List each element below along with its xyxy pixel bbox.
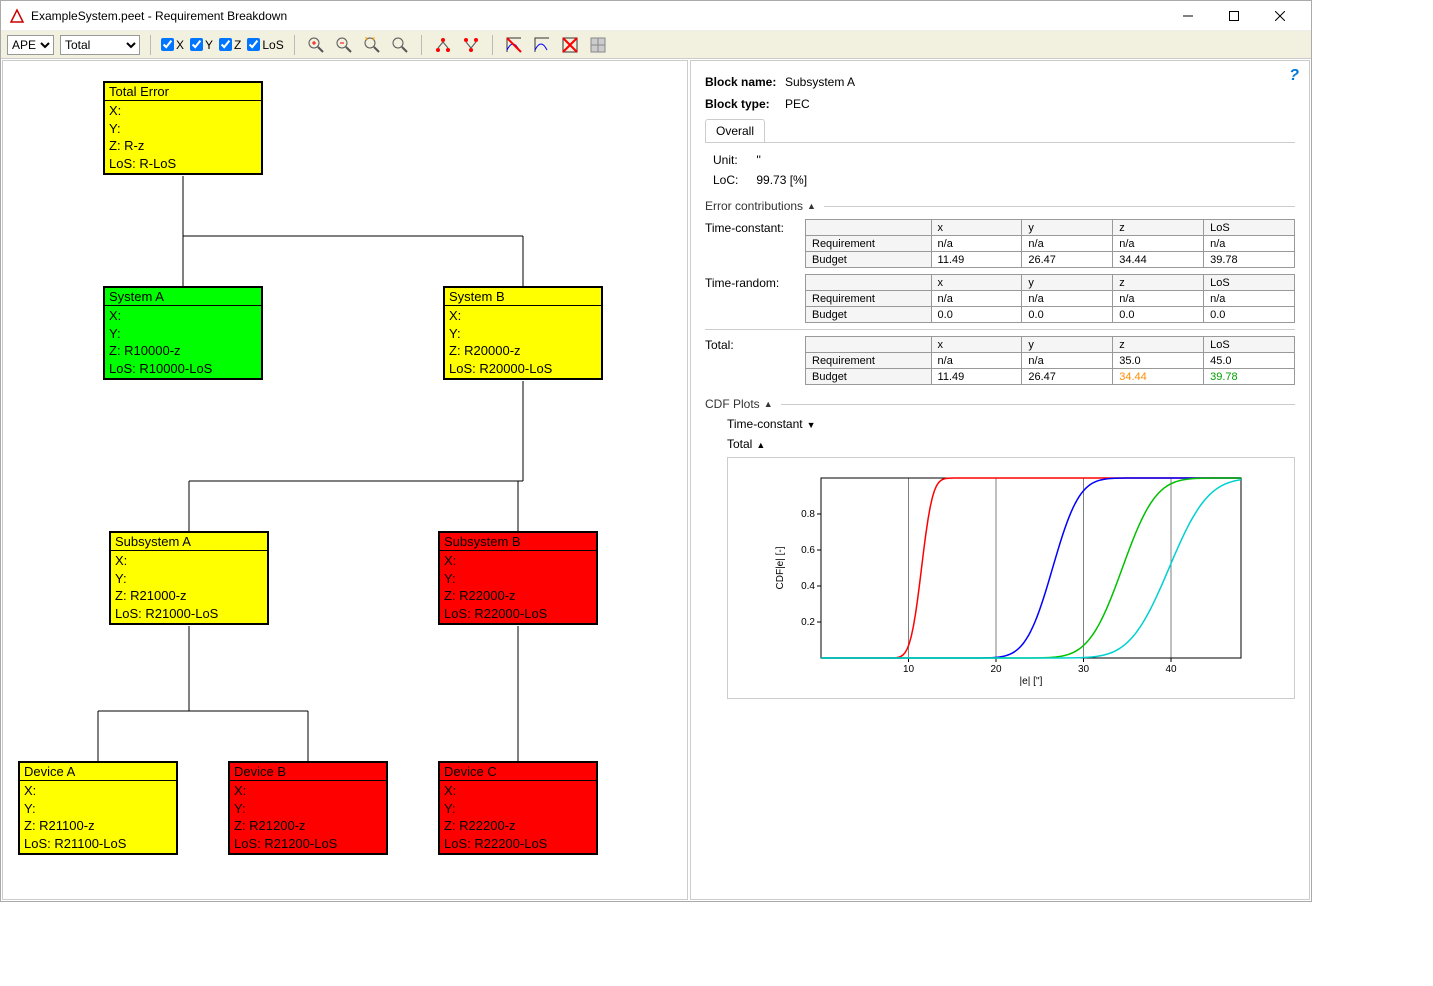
- node-title: Device B: [230, 763, 386, 781]
- node-subA[interactable]: Subsystem AX:Y:Z: R21000-zLoS: R21000-Lo…: [109, 531, 269, 625]
- subgroup-total[interactable]: Total▲: [727, 437, 1295, 451]
- svg-text:20: 20: [990, 664, 1002, 675]
- loc-label: LoC:: [713, 173, 753, 187]
- node-sysA[interactable]: System AX:Y:Z: R10000-zLoS: R10000-LoS: [103, 286, 263, 380]
- check-los[interactable]: LoS: [247, 38, 283, 52]
- node-title: Device C: [440, 763, 596, 781]
- plot-off-icon[interactable]: [503, 34, 525, 56]
- block-name-label: Block name:: [705, 75, 785, 89]
- node-title: Subsystem B: [440, 533, 596, 551]
- node-total[interactable]: Total ErrorX:Y:Z: R-zLoS: R-LoS: [103, 81, 263, 175]
- check-x[interactable]: X: [161, 38, 184, 52]
- grid-off-icon[interactable]: [559, 34, 581, 56]
- check-z[interactable]: Z: [219, 38, 241, 52]
- node-body: X:Y:Z: R20000-zLoS: R20000-LoS: [445, 306, 601, 378]
- check-y[interactable]: Y: [190, 38, 213, 52]
- tab-overall[interactable]: Overall: [705, 119, 765, 142]
- plot-on-icon[interactable]: [531, 34, 553, 56]
- maximize-button[interactable]: [1211, 1, 1257, 31]
- node-body: X:Y:Z: R-zLoS: R-LoS: [105, 101, 261, 173]
- node-title: Total Error: [105, 83, 261, 101]
- unit-label: Unit:: [713, 153, 753, 167]
- title-bar: ExampleSystem.peet - Requirement Breakdo…: [1, 1, 1311, 31]
- node-body: X:Y:Z: R10000-zLoS: R10000-LoS: [105, 306, 261, 378]
- close-button[interactable]: [1257, 1, 1303, 31]
- zoom-fit-icon[interactable]: [361, 34, 383, 56]
- node-devA[interactable]: Device AX:Y:Z: R21100-zLoS: R21100-LoS: [18, 761, 178, 855]
- tree-icon-b[interactable]: [460, 34, 482, 56]
- svg-text:40: 40: [1165, 664, 1177, 675]
- zoom-in-icon[interactable]: [305, 34, 327, 56]
- svg-text:0.6: 0.6: [801, 545, 815, 556]
- node-body: X:Y:Z: R21000-zLoS: R21000-LoS: [111, 551, 267, 623]
- collapse-arrow-icon: ▲: [756, 440, 765, 450]
- details-pane: ? Block name:Subsystem A Block type:PEC …: [690, 60, 1310, 900]
- grid-on-icon[interactable]: [587, 34, 609, 56]
- app-icon: [9, 8, 25, 24]
- expand-arrow-icon: ▼: [807, 420, 816, 430]
- help-icon[interactable]: ?: [1289, 67, 1299, 85]
- cdf-plot[interactable]: 10 20 30 40 0.2 0.4 0.6 0.8 |e| [''] CDF|e| [-]: [771, 468, 1251, 688]
- node-devC[interactable]: Device CX:Y:Z: R22200-zLoS: R22200-LoS: [438, 761, 598, 855]
- svg-text:30: 30: [1078, 664, 1090, 675]
- block-name-value: Subsystem A: [785, 75, 855, 89]
- error-contrib-header[interactable]: Error contributions▲: [705, 199, 1295, 213]
- unit-value: '': [756, 153, 761, 167]
- total-label: Total:: [705, 336, 805, 385]
- node-title: Subsystem A: [111, 533, 267, 551]
- node-body: X:Y:Z: R22000-zLoS: R22000-LoS: [440, 551, 596, 623]
- collapse-arrow-icon: ▲: [807, 201, 816, 211]
- window-title: ExampleSystem.peet - Requirement Breakdo…: [31, 9, 1165, 23]
- block-type-value: PEC: [785, 97, 810, 111]
- svg-text:|e| ['']: |e| ['']: [1020, 676, 1043, 687]
- node-title: System B: [445, 288, 601, 306]
- subgroup-tc[interactable]: Time-constant▼: [727, 417, 1295, 431]
- node-title: Device A: [20, 763, 176, 781]
- toolbar: APE Total X Y Z LoS: [1, 31, 1311, 59]
- time-random-table: xyzLoS Requirementn/an/an/an/a Budget0.0…: [805, 274, 1295, 323]
- block-type-label: Block type:: [705, 97, 785, 111]
- svg-text:10: 10: [903, 664, 915, 675]
- tc-label: Time-constant:: [705, 219, 805, 268]
- node-title: System A: [105, 288, 261, 306]
- cdf-plot-frame: 10 20 30 40 0.2 0.4 0.6 0.8 |e| [''] CDF|e| [-]: [727, 457, 1295, 699]
- svg-text:CDF|e| [-]: CDF|e| [-]: [775, 546, 786, 589]
- zoom-reset-icon[interactable]: [389, 34, 411, 56]
- mode-select[interactable]: APE: [7, 35, 54, 55]
- loc-value: 99.73 [%]: [756, 173, 807, 187]
- node-body: X:Y:Z: R21200-zLoS: R21200-LoS: [230, 781, 386, 853]
- svg-text:0.8: 0.8: [801, 509, 815, 520]
- time-constant-table: xyzLoS Requirementn/an/an/an/a Budget11.…: [805, 219, 1295, 268]
- node-sysB[interactable]: System BX:Y:Z: R20000-zLoS: R20000-LoS: [443, 286, 603, 380]
- svg-text:0.2: 0.2: [801, 617, 815, 628]
- collapse-arrow-icon: ▲: [764, 399, 773, 409]
- tree-pane[interactable]: Total ErrorX:Y:Z: R-zLoS: R-LoSSystem AX…: [2, 60, 688, 900]
- total-table: xyzLoS Requirementn/an/a35.045.0 Budget1…: [805, 336, 1295, 385]
- tr-label: Time-random:: [705, 274, 805, 323]
- tree-icon-a[interactable]: [432, 34, 454, 56]
- zoom-out-icon[interactable]: [333, 34, 355, 56]
- minimize-button[interactable]: [1165, 1, 1211, 31]
- scope-select[interactable]: Total: [60, 35, 140, 55]
- svg-text:0.4: 0.4: [801, 581, 815, 592]
- node-body: X:Y:Z: R22200-zLoS: R22200-LoS: [440, 781, 596, 853]
- cdf-plots-header[interactable]: CDF Plots▲: [705, 397, 1295, 411]
- node-body: X:Y:Z: R21100-zLoS: R21100-LoS: [20, 781, 176, 853]
- node-devB[interactable]: Device BX:Y:Z: R21200-zLoS: R21200-LoS: [228, 761, 388, 855]
- node-subB[interactable]: Subsystem BX:Y:Z: R22000-zLoS: R22000-Lo…: [438, 531, 598, 625]
